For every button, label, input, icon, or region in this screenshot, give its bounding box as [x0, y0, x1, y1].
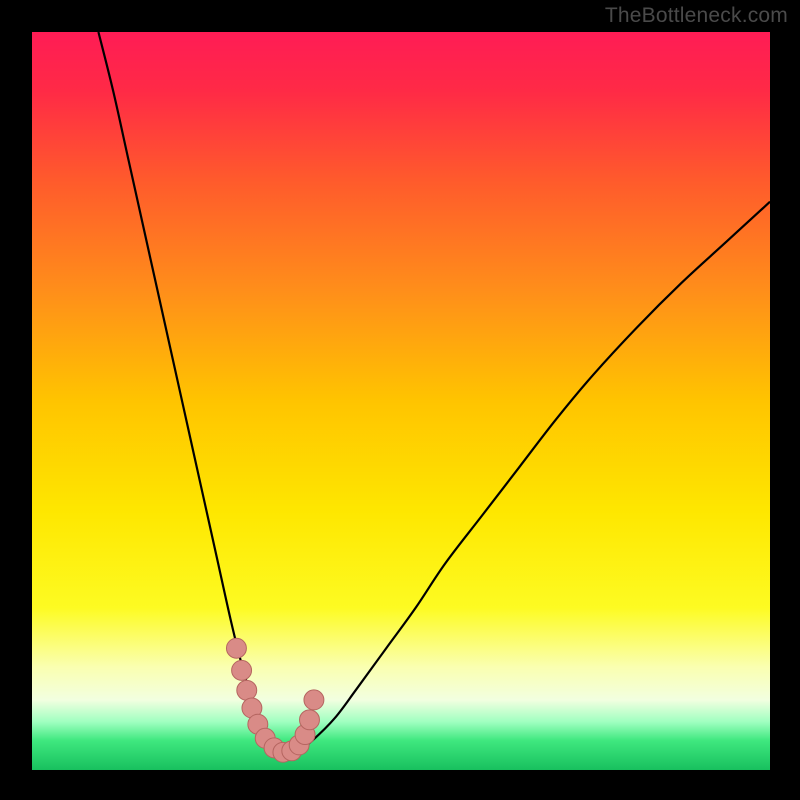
valley-marker-dot [232, 660, 252, 680]
chart-svg [0, 0, 800, 800]
watermark-text: TheBottleneck.com [605, 4, 788, 28]
chart-stage: TheBottleneck.com [0, 0, 800, 800]
valley-marker-dot [237, 680, 257, 700]
valley-marker-dot [300, 710, 320, 730]
valley-marker-dot [304, 690, 324, 710]
valley-marker-dot [226, 638, 246, 658]
plot-background [32, 32, 770, 770]
